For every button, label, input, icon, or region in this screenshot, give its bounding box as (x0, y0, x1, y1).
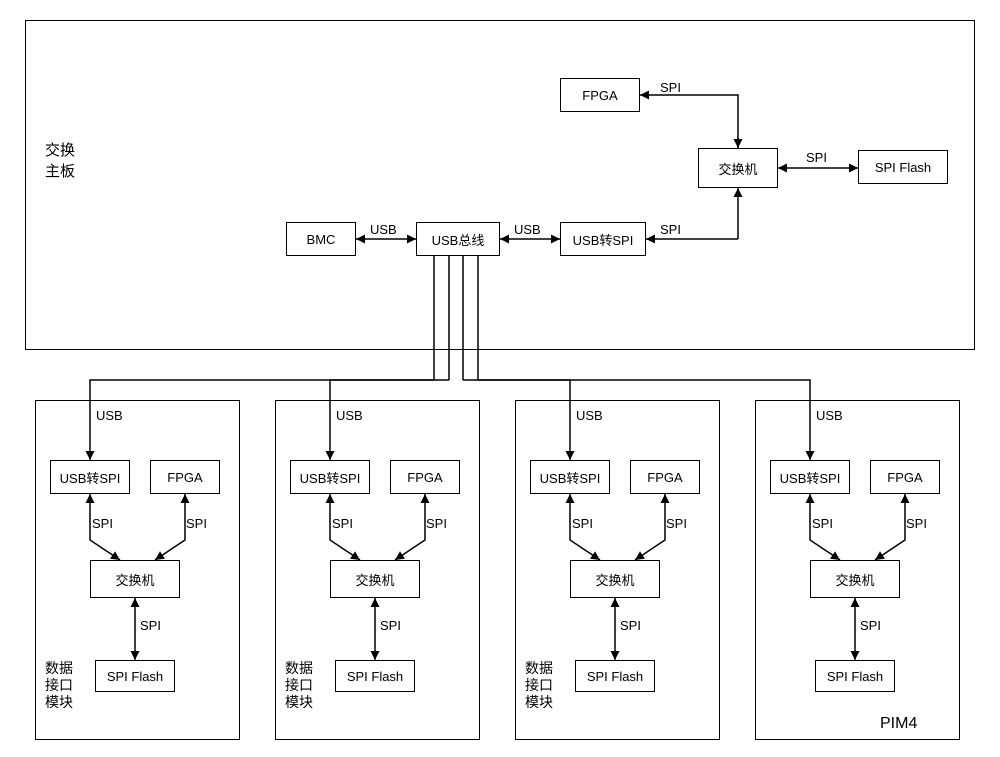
bmc-box: BMC (286, 222, 356, 256)
pim1-usb: USB (96, 408, 123, 423)
usb-bus-label: USB总线 (432, 230, 485, 249)
pim2-fpga: FPGA (390, 460, 460, 494)
pim2-spi3: SPI (380, 618, 401, 633)
pim1-title: 数据 接口 模块 (45, 660, 73, 710)
fpga-main-box: FPGA (560, 78, 640, 112)
pim2-spi2: SPI (426, 516, 447, 531)
bmc-label: BMC (307, 232, 336, 247)
pim4-switch: 交换机 (810, 560, 900, 598)
edge-spi3: SPI (806, 150, 827, 165)
pim3-spiflash: SPI Flash (575, 660, 655, 692)
pim4-spiflash: SPI Flash (815, 660, 895, 692)
pim3-usb: USB (576, 408, 603, 423)
mainboard-title: 交换 主板 (45, 140, 75, 182)
switch-main-box: 交换机 (698, 148, 778, 188)
pim4-usb2spi: USB转SPI (770, 460, 850, 494)
usb2spi-main-label: USB转SPI (573, 230, 634, 249)
spiflash-main-box: SPI Flash (858, 150, 948, 184)
pim2-spiflash: SPI Flash (335, 660, 415, 692)
usb-bus-box: USB总线 (416, 222, 500, 256)
pim2-switch: 交换机 (330, 560, 420, 598)
pim2-spi1: SPI (332, 516, 353, 531)
pim4-title: PIM4 (880, 714, 917, 733)
pim4-fpga: FPGA (870, 460, 940, 494)
pim1-switch: 交换机 (90, 560, 180, 598)
fpga-main-label: FPGA (582, 88, 617, 103)
pim4-usb: USB (816, 408, 843, 423)
pim1-usb2spi: USB转SPI (50, 460, 130, 494)
pim3-usb2spi: USB转SPI (530, 460, 610, 494)
pim1-spi1: SPI (92, 516, 113, 531)
pim3-spi1: SPI (572, 516, 593, 531)
pim1-fpga: FPGA (150, 460, 220, 494)
pim3-title: 数据 接口 模块 (525, 660, 553, 710)
pim4-spi3: SPI (860, 618, 881, 633)
pim4-spi2: SPI (906, 516, 927, 531)
edge-spi2: SPI (660, 80, 681, 95)
mainboard-container (25, 20, 975, 350)
pim4-spi1: SPI (812, 516, 833, 531)
spiflash-main-label: SPI Flash (875, 160, 931, 175)
pim3-spi2: SPI (666, 516, 687, 531)
pim1-spi2: SPI (186, 516, 207, 531)
pim3-fpga: FPGA (630, 460, 700, 494)
pim1-spiflash: SPI Flash (95, 660, 175, 692)
usb2spi-main-box: USB转SPI (560, 222, 646, 256)
switch-main-label: 交换机 (718, 159, 757, 178)
pim2-title: 数据 接口 模块 (285, 660, 313, 710)
pim2-usb2spi: USB转SPI (290, 460, 370, 494)
pim3-switch: 交换机 (570, 560, 660, 598)
pim3-spi3: SPI (620, 618, 641, 633)
edge-spi1: SPI (660, 222, 681, 237)
pim2-usb: USB (336, 408, 363, 423)
edge-usb1: USB (370, 222, 397, 237)
edge-usb2: USB (514, 222, 541, 237)
pim1-spi3: SPI (140, 618, 161, 633)
